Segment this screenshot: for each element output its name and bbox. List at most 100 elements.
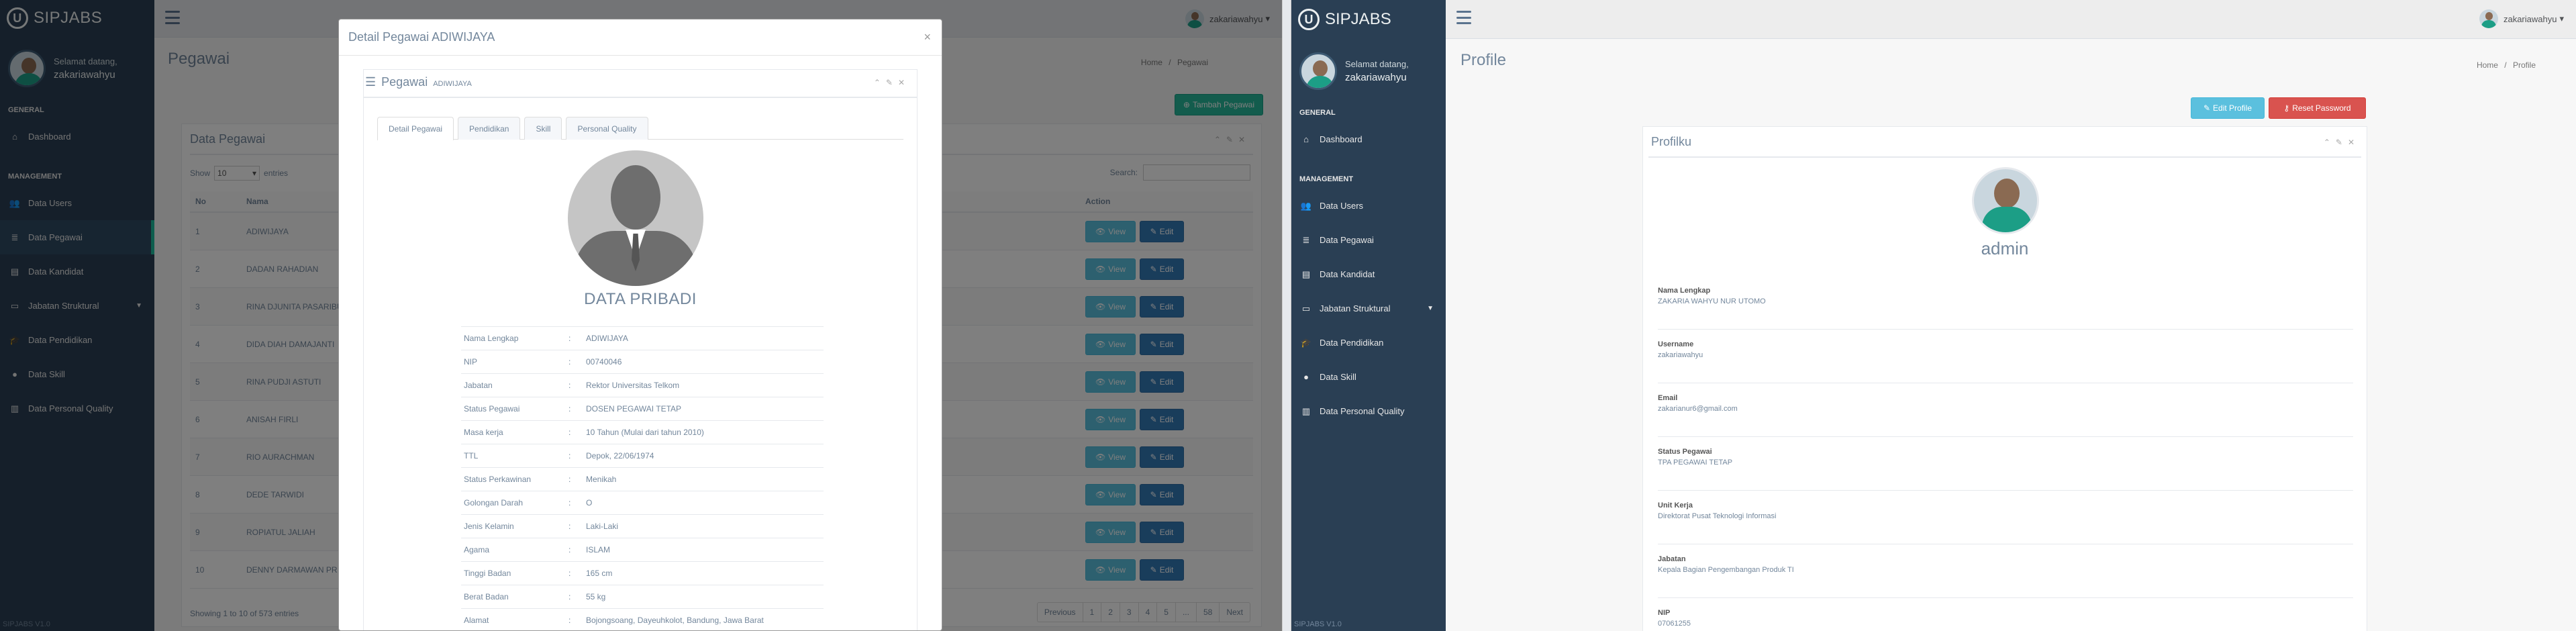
detail-sep: :	[568, 522, 571, 531]
detail-value: DOSEN PEGAWAI TETAP	[586, 404, 682, 414]
profile-field: Email zakarianur6@gmail.com	[1658, 385, 2353, 437]
detail-row: Alamat: Bojongsoang, Dayeuhkolot, Bandung…	[461, 608, 824, 630]
detail-value: 10 Tahun (Mulai dari tahun 2010)	[586, 428, 704, 437]
detail-value: O	[586, 498, 593, 507]
sidebar-item-label: Data Pegawai	[1320, 235, 1374, 245]
close-icon[interactable]: ✕	[898, 78, 910, 87]
wrench-icon[interactable]: ✎	[2336, 138, 2348, 147]
tab-pendidikan[interactable]: Pendidikan	[458, 117, 521, 140]
data-pribadi-table: Nama Lengkap: ADIWIJAYA NIP: 00740046 Jabata…	[461, 326, 824, 630]
detail-value: Laki-Laki	[586, 522, 619, 531]
user-dropdown[interactable]: zakariawahyu ▾	[2479, 9, 2564, 28]
key-icon: ⚷	[2283, 103, 2290, 113]
collapse-icon[interactable]: ⌃	[874, 78, 886, 87]
pegawai-panel: ☰ Pegawai ADIWIJAYA ⌃✎✕ Detail Pegawai Pe…	[363, 69, 918, 630]
close-icon[interactable]: ×	[924, 30, 931, 44]
modal-title: Detail Pegawai ADIWIJAYA	[339, 19, 942, 56]
brand-name: SIPJABS	[1325, 10, 1391, 28]
detail-row: Agama: ISLAM	[461, 538, 824, 561]
detail-row: NIP: 00740046	[461, 350, 824, 373]
detail-pegawai-modal: Detail Pegawai ADIWIJAYA × ☰ Pegawai ADI…	[338, 19, 942, 631]
detail-value: Rektor Universitas Telkom	[586, 381, 680, 390]
detail-sep: :	[568, 357, 571, 367]
reset-password-label: Reset Password	[2292, 103, 2351, 113]
breadcrumb-home[interactable]: Home	[2477, 60, 2498, 70]
data-pribadi-title: DATA PRIBADI	[584, 290, 697, 308]
sidebar-item-pendidikan[interactable]: 🎓 Data Pendidikan	[1291, 326, 1446, 360]
avatar	[2479, 9, 2498, 28]
detail-sep: :	[568, 545, 571, 554]
sidebar-item-personal-quality[interactable]: ▥ Data Personal Quality	[1291, 394, 1446, 428]
sidebar-item-dashboard[interactable]: ⌂ Dashboard	[1291, 122, 1446, 156]
detail-row: Nama Lengkap: ADIWIJAYA	[461, 326, 824, 350]
detail-key: Tinggi Badan	[464, 569, 511, 578]
detail-value: ADIWIJAYA	[586, 334, 628, 343]
profilku-panel: Profilku ⌃✎✕ admin Nama Lengkap ZAKARIA W…	[1642, 126, 2367, 631]
profile-field-value: zakarianur6@gmail.com	[1658, 405, 1738, 413]
detail-key: Alamat	[464, 616, 489, 625]
profile-field-label: Email	[1658, 394, 1678, 402]
avatar	[1299, 52, 1337, 90]
sidebar: U SIPJABS Selamat datang, zakariawahyu G…	[1291, 0, 1446, 631]
detail-row: Berat Badan: 55 kg	[461, 585, 824, 608]
sidebar-item-users[interactable]: 👥 Data Users	[1291, 189, 1446, 223]
page-title: Profile	[1460, 51, 1507, 69]
profile-field: Nama Lengkap ZAKARIA WAHYU NUR UTOMO	[1658, 277, 2353, 330]
detail-sep: :	[568, 569, 571, 578]
person-placeholder-icon	[568, 150, 703, 286]
detail-sep: :	[568, 404, 571, 414]
edit-icon: ✎	[2203, 103, 2211, 113]
profile-avatar	[1972, 167, 2039, 234]
tab-detail-pegawai[interactable]: Detail Pegawai	[377, 117, 454, 140]
profile-field-label: Nama Lengkap	[1658, 287, 1711, 295]
detail-row: Tinggi Badan: 165 cm	[461, 561, 824, 585]
panel-tools: ⌃✎✕	[2324, 138, 2360, 147]
profile-field: Jabatan Kepala Bagian Pengembangan Produk…	[1658, 546, 2353, 598]
panel-tools: ⌃✎✕	[874, 78, 910, 87]
detail-key: TTL	[464, 451, 479, 460]
sidebar-item-skill[interactable]: ● Data Skill	[1291, 360, 1446, 394]
sidebar-item-kandidat[interactable]: ▤ Data Kandidat	[1291, 257, 1446, 291]
sidebar-item-label: Jabatan Struktural	[1320, 303, 1391, 313]
tab-personal-quality[interactable]: Personal Quality	[566, 117, 648, 140]
detail-key: Status Perkawinan	[464, 475, 532, 484]
menu-section-general: GENERAL	[1299, 109, 1336, 117]
sidebar-item-pegawai[interactable]: ≣ Data Pegawai	[1291, 223, 1446, 257]
detail-sep: :	[568, 616, 571, 625]
sidebar-item-jabatan[interactable]: ▭ Jabatan Struktural ▼	[1291, 291, 1446, 326]
collapse-icon[interactable]: ⌃	[2324, 138, 2336, 147]
detail-row: Golongan Darah: O	[461, 491, 824, 514]
close-icon[interactable]: ✕	[2348, 138, 2360, 147]
detail-value: 55 kg	[586, 592, 606, 601]
profile-field-label: Username	[1658, 340, 1694, 348]
home-icon: ⌂	[1303, 134, 1309, 144]
wrench-icon[interactable]: ✎	[886, 78, 898, 87]
profile-field: Unit Kerja Direktorat Pusat Teknologi Inf…	[1658, 492, 2353, 544]
reset-password-button[interactable]: ⚷ Reset Password	[2269, 97, 2366, 119]
profile-field-value: TPA PEGAWAI TETAP	[1658, 458, 1733, 467]
detail-sep: :	[568, 381, 571, 390]
profile-field-label: NIP	[1658, 609, 1671, 617]
tab-skill[interactable]: Skill	[524, 117, 562, 140]
table-icon: ▤	[1301, 269, 1311, 279]
detail-value: Menikah	[586, 475, 617, 484]
edit-profile-button[interactable]: ✎ Edit Profile	[2191, 97, 2265, 119]
sidebar-item-label: Data Kandidat	[1320, 269, 1375, 279]
database-icon: ≣	[1302, 234, 1310, 245]
sidebar-username: zakariawahyu	[1345, 72, 1407, 83]
detail-sep: :	[568, 451, 571, 460]
profile-field: NIP 07061255	[1658, 599, 2353, 631]
brand[interactable]: U SIPJABS	[1291, 0, 1446, 39]
menu-toggle-icon[interactable]	[1456, 11, 1471, 24]
detail-row: Status Perkawinan: Menikah	[461, 467, 824, 491]
version-label: SIPJABS V1.0	[1294, 620, 1342, 628]
circle-icon: ●	[1303, 372, 1309, 382]
top-nav: zakariawahyu ▾	[1446, 0, 2576, 39]
desktop-icon: ▭	[1301, 303, 1311, 313]
edit-profile-label: Edit Profile	[2213, 103, 2252, 113]
detail-key: Nama Lengkap	[464, 334, 519, 343]
menu-section-management: MANAGEMENT	[1299, 175, 1354, 183]
pegawai-heading: Pegawai	[381, 75, 428, 89]
pegawai-screen: U SIPJABS Selamat datang, zakariawahyu G…	[0, 0, 1282, 631]
sidebar-item-label: Data Users	[1320, 201, 1364, 211]
